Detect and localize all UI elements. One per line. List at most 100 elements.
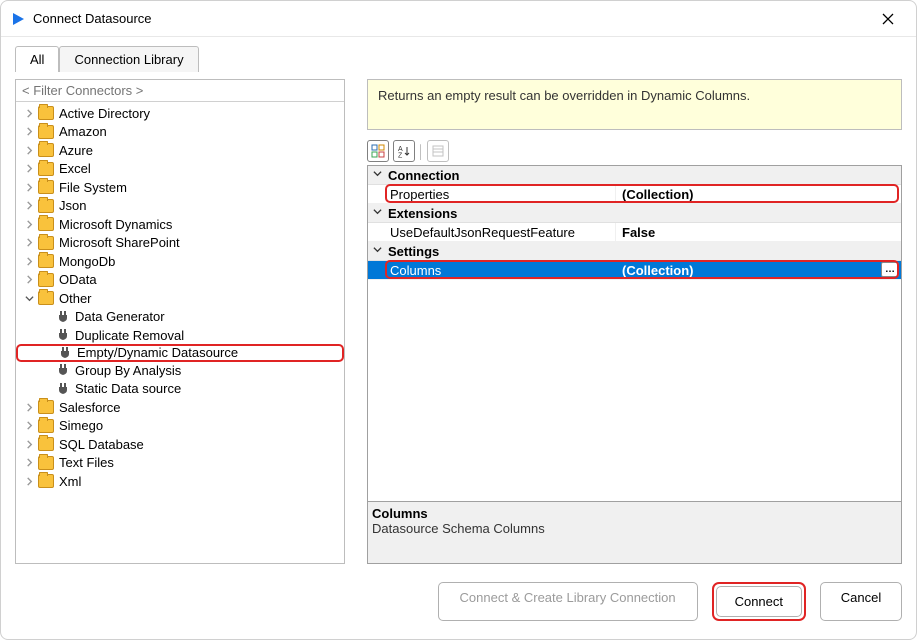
tree-item-label: Json xyxy=(58,198,87,213)
chevron-right-icon[interactable] xyxy=(22,125,36,139)
titlebar: Connect Datasource xyxy=(1,1,916,37)
chevron-down-icon[interactable] xyxy=(22,291,36,305)
folder-icon xyxy=(38,106,54,120)
connector-icon xyxy=(56,310,70,324)
tree-folder[interactable]: SQL Database xyxy=(16,435,344,454)
alphabetical-view-button[interactable]: A Z xyxy=(393,140,415,162)
folder-icon xyxy=(38,400,54,414)
tree-item-label: Salesforce xyxy=(58,400,121,415)
tree-connector[interactable]: Empty/Dynamic Datasource xyxy=(16,344,344,363)
tree-folder[interactable]: Excel xyxy=(16,160,344,179)
tree-connector[interactable]: Group By Analysis xyxy=(16,361,344,380)
tree-folder[interactable]: Json xyxy=(16,197,344,216)
tree-item-label: Simego xyxy=(58,418,104,433)
tree-connector[interactable]: Data Generator xyxy=(16,308,344,327)
dialog-footer: Connect & Create Library Connection Conn… xyxy=(1,564,916,639)
tree-item-label: Duplicate Removal xyxy=(74,328,185,343)
tree-folder[interactable]: Active Directory xyxy=(16,104,344,123)
connect-create-library-button[interactable]: Connect & Create Library Connection xyxy=(438,582,698,621)
tree-folder[interactable]: Other xyxy=(16,289,344,308)
property-pages-button[interactable] xyxy=(427,140,449,162)
tab-connection-library[interactable]: Connection Library xyxy=(59,46,198,72)
tree-folder[interactable]: OData xyxy=(16,271,344,290)
property-category[interactable]: Settings xyxy=(368,242,901,261)
tree-folder[interactable]: Amazon xyxy=(16,123,344,142)
svg-text:Z: Z xyxy=(398,153,403,159)
connector-icon xyxy=(56,328,70,342)
tree-item-label: MongoDb xyxy=(58,254,116,269)
tree-folder[interactable]: Simego xyxy=(16,417,344,436)
chevron-down-icon[interactable] xyxy=(368,169,386,181)
close-button[interactable] xyxy=(868,4,908,34)
dialog-body: All Connection Library Active DirectoryA… xyxy=(1,37,916,564)
property-value[interactable]: False xyxy=(616,223,901,241)
chevron-right-icon[interactable] xyxy=(22,400,36,414)
tab-all[interactable]: All xyxy=(15,46,59,72)
tree-folder[interactable]: Salesforce xyxy=(16,398,344,417)
connector-icon xyxy=(56,382,70,396)
connector-tree[interactable]: Active Directory Amazon AzureExcelFile Sys… xyxy=(16,102,344,563)
category-label: Connection xyxy=(386,168,460,183)
tree-folder[interactable]: Xml xyxy=(16,472,344,491)
chevron-right-icon[interactable] xyxy=(22,236,36,250)
property-grid[interactable]: Connection Properties(Collection)Extensio… xyxy=(367,165,902,564)
tree-folder[interactable]: Microsoft Dynamics xyxy=(16,215,344,234)
folder-icon xyxy=(38,474,54,488)
chevron-right-icon[interactable] xyxy=(22,162,36,176)
chevron-right-icon[interactable] xyxy=(22,437,36,451)
folder-icon xyxy=(38,437,54,451)
property-name: Columns xyxy=(368,261,616,279)
chevron-right-icon[interactable] xyxy=(22,143,36,157)
folder-icon xyxy=(38,236,54,250)
chevron-down-icon[interactable] xyxy=(368,207,386,219)
propgrid-toolbar: A Z │ xyxy=(367,130,902,165)
folder-icon xyxy=(38,199,54,213)
connector-icon xyxy=(56,363,70,377)
chevron-right-icon[interactable] xyxy=(22,106,36,120)
property-row[interactable]: Columns(Collection)… xyxy=(368,261,901,280)
property-row[interactable]: UseDefaultJsonRequestFeatureFalse xyxy=(368,223,901,242)
tree-item-label: Microsoft SharePoint xyxy=(58,235,181,250)
tree-folder[interactable]: MongoDb xyxy=(16,252,344,271)
connect-button[interactable]: Connect xyxy=(716,586,802,617)
chevron-right-icon[interactable] xyxy=(22,217,36,231)
tree-folder[interactable]: Text Files xyxy=(16,454,344,473)
tree-item-label: Xml xyxy=(58,474,82,489)
tree-item-label: Active Directory xyxy=(58,106,151,121)
ellipsis-button[interactable]: … xyxy=(881,262,899,277)
cancel-button[interactable]: Cancel xyxy=(820,582,902,621)
folder-icon xyxy=(38,291,54,305)
property-name: Properties xyxy=(368,185,616,203)
tree-connector[interactable]: Duplicate Removal xyxy=(16,326,344,345)
tree-item-label: OData xyxy=(58,272,98,287)
tree-item-label: Data Generator xyxy=(74,309,166,324)
chevron-right-icon[interactable] xyxy=(22,456,36,470)
chevron-right-icon[interactable] xyxy=(22,273,36,287)
property-value[interactable]: (Collection) xyxy=(616,185,901,203)
tree-folder[interactable]: Azure xyxy=(16,141,344,160)
chevron-right-icon[interactable] xyxy=(22,180,36,194)
chevron-down-icon[interactable] xyxy=(368,245,386,257)
categorized-view-button[interactable] xyxy=(367,140,389,162)
chevron-right-icon[interactable] xyxy=(22,254,36,268)
window-title: Connect Datasource xyxy=(33,11,868,26)
property-category[interactable]: Connection xyxy=(368,166,901,185)
property-category[interactable]: Extensions xyxy=(368,204,901,223)
content-area: Active Directory Amazon AzureExcelFile Sys… xyxy=(15,71,902,564)
filter-connectors-input[interactable] xyxy=(16,80,344,102)
property-row[interactable]: Properties(Collection) xyxy=(368,185,901,204)
tree-connector[interactable]: Static Data source xyxy=(16,380,344,399)
folder-icon xyxy=(38,254,54,268)
property-value[interactable]: (Collection)… xyxy=(616,261,901,279)
folder-icon xyxy=(38,162,54,176)
chevron-right-icon[interactable] xyxy=(22,199,36,213)
tree-item-label: Static Data source xyxy=(74,381,182,396)
tree-folder[interactable]: Microsoft SharePoint xyxy=(16,234,344,253)
chevron-right-icon[interactable] xyxy=(22,419,36,433)
tree-item-label: Microsoft Dynamics xyxy=(58,217,173,232)
tree-item-label: Text Files xyxy=(58,455,115,470)
chevron-right-icon[interactable] xyxy=(22,474,36,488)
property-name: UseDefaultJsonRequestFeature xyxy=(368,223,616,241)
tree-folder[interactable]: File System xyxy=(16,178,344,197)
tree-item-label: Amazon xyxy=(58,124,108,139)
